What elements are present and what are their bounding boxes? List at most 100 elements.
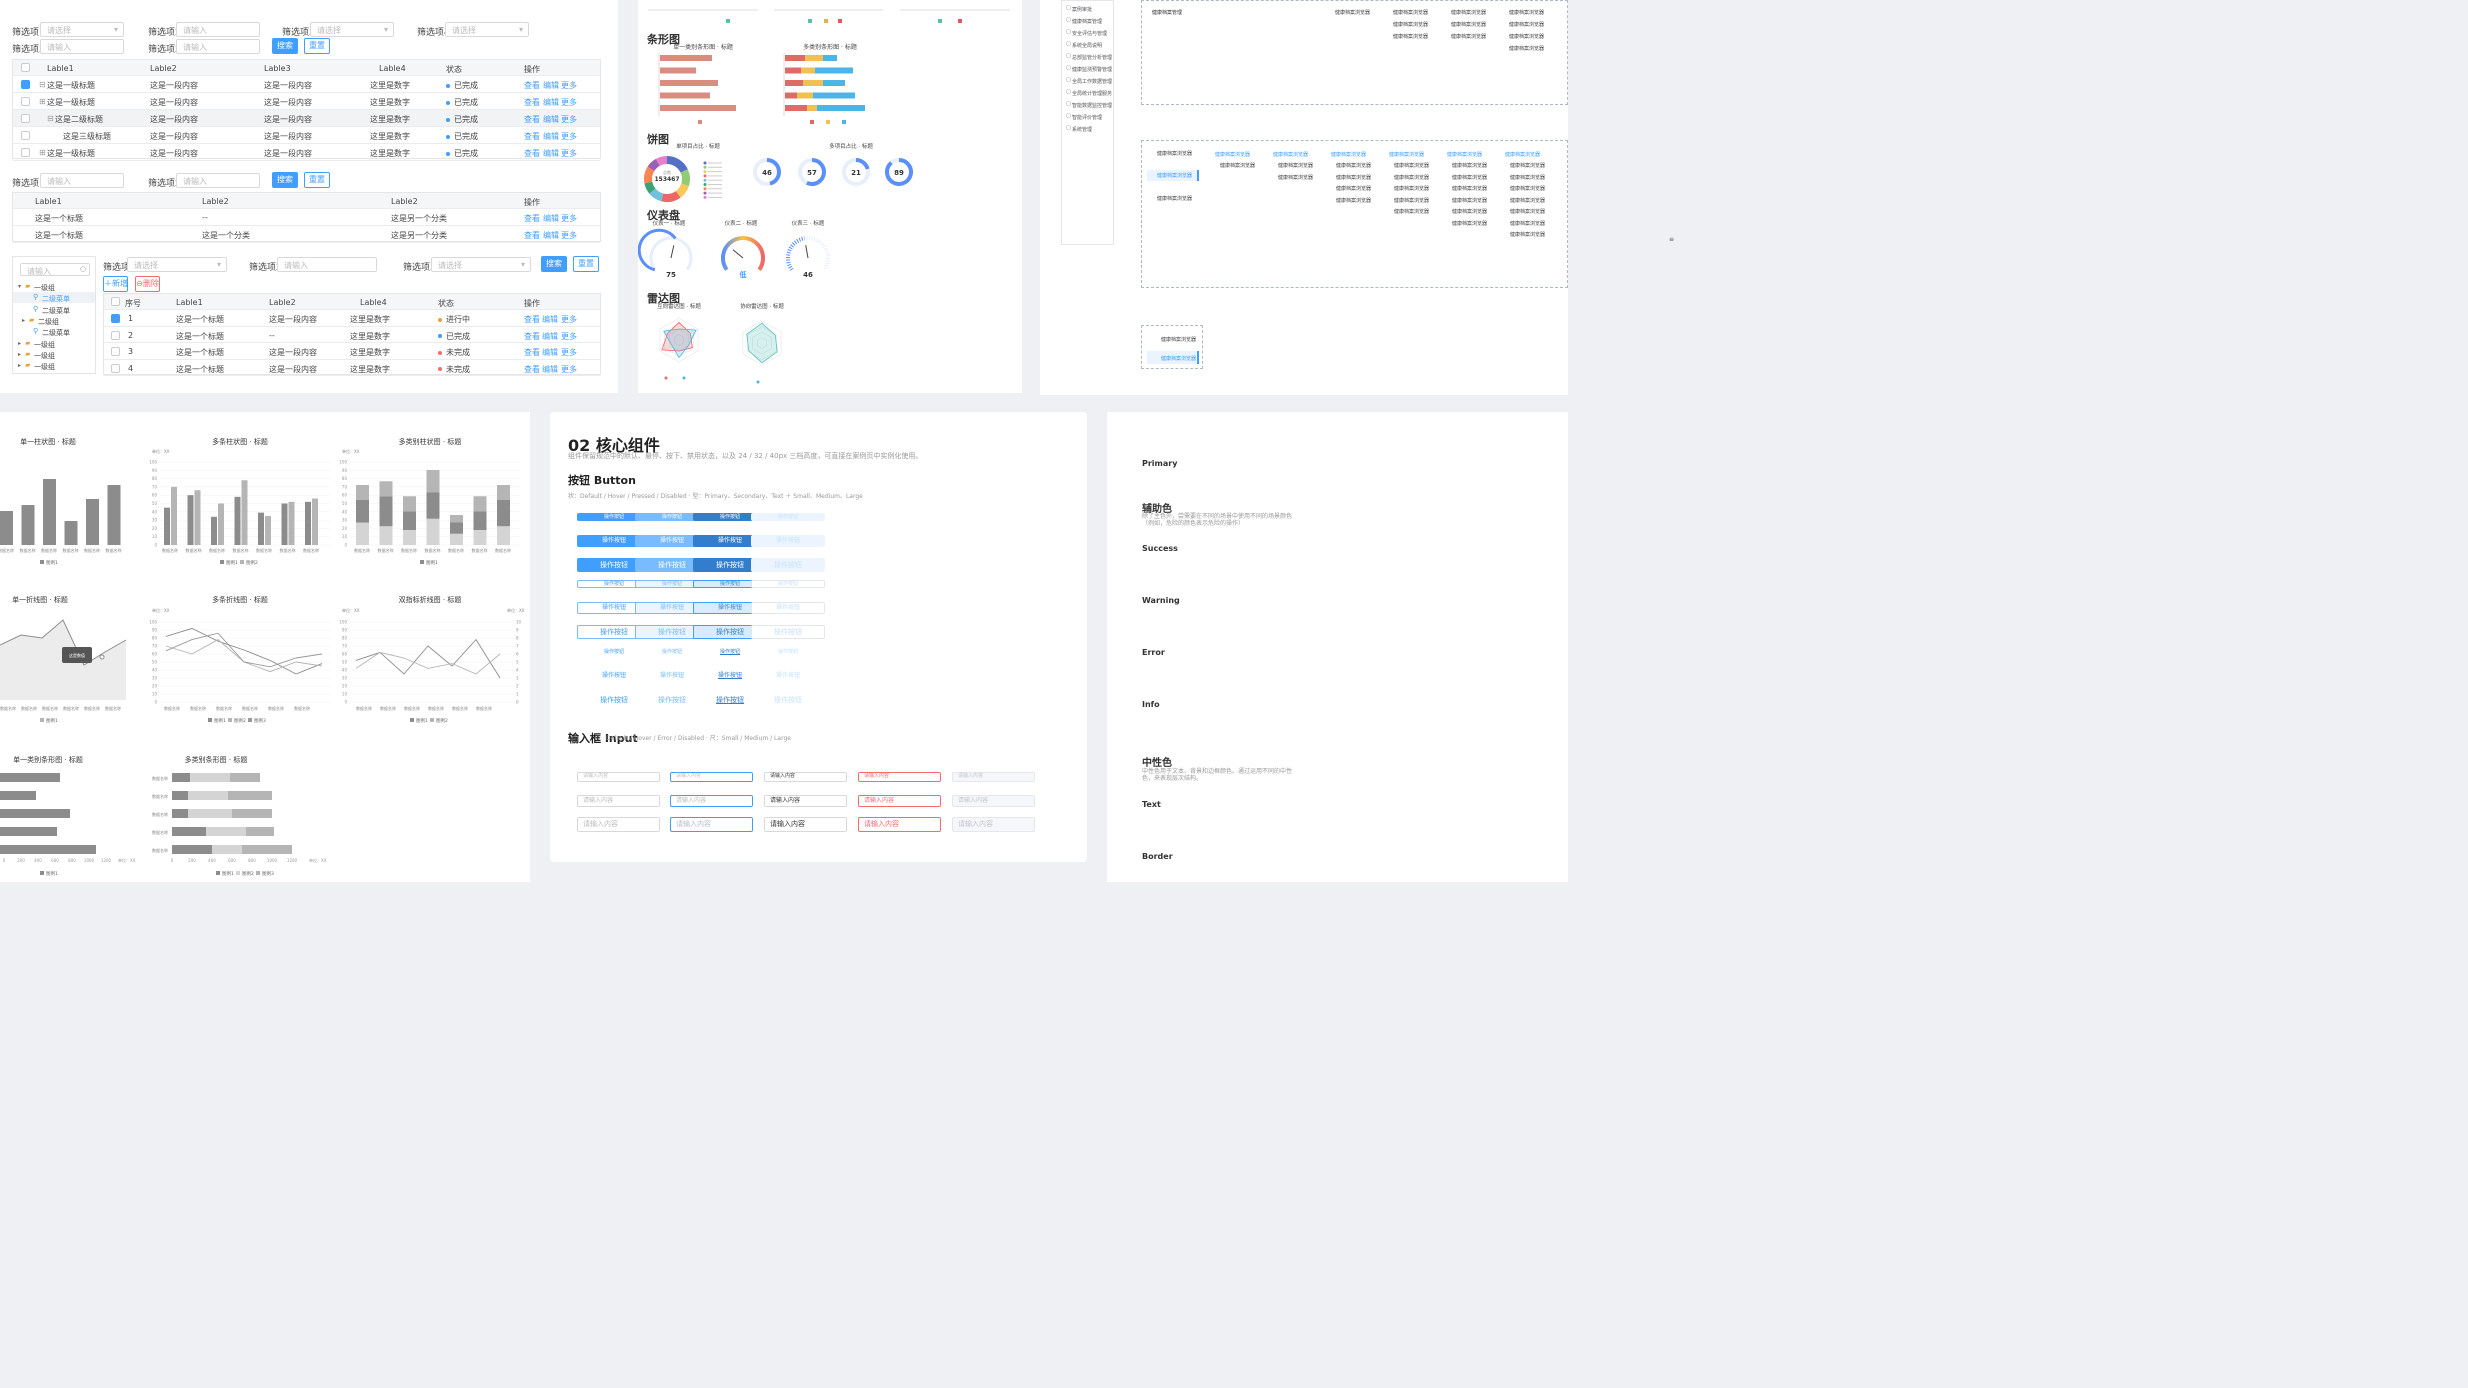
view-link[interactable]: 查看 [524, 331, 540, 342]
tree-item[interactable]: ▾ ▰ 一级组 [13, 281, 95, 292]
reset-button[interactable]: 重置 [304, 38, 330, 54]
tree-item[interactable]: ⚲ 二级菜单 [13, 304, 95, 315]
more-link[interactable]: 更多 [561, 80, 577, 91]
reset-button-3[interactable]: 重置 [573, 256, 599, 272]
filter-input-5[interactable]: 请输入 [40, 39, 124, 54]
filter-select-3[interactable]: 请选择 ▾ [310, 22, 394, 37]
tree-item[interactable]: ▸ ▰ 一级组 [13, 349, 95, 360]
filter-input-1b[interactable]: 请输入 [40, 173, 124, 188]
row-checkbox[interactable] [111, 330, 120, 340]
menu-cell[interactable]: 健康档案浏览器 [1394, 197, 1429, 204]
nav-item[interactable]: ▢ 安全评估与管理 [1066, 29, 1110, 39]
tree-item[interactable]: ⚲ 二级菜单 [13, 326, 95, 337]
sample-button[interactable]: 操作按钮 [751, 670, 825, 682]
more-link[interactable]: 更多 [561, 97, 577, 108]
sample-button[interactable]: 操作按钮 [751, 625, 825, 639]
row-checkbox[interactable] [21, 114, 30, 123]
add-button[interactable]: ＋新增 [103, 276, 128, 292]
menu-cell[interactable]: 健康档案浏览器 [1394, 162, 1429, 169]
search-button-2[interactable]: 搜索 [272, 172, 298, 188]
menu-cell[interactable]: 健康档案浏览器 [1509, 21, 1544, 28]
nav-item[interactable]: ▢ 健康档案管理 [1066, 17, 1110, 27]
sample-input[interactable]: 请输入内容 [858, 795, 941, 807]
menu-cell[interactable]: 健康档案浏览器 [1510, 174, 1545, 181]
sample-input[interactable]: 请输入内容 [858, 772, 941, 782]
sample-input[interactable]: 请输入内容 [577, 795, 660, 807]
filter-input-2d[interactable]: 请输入 [277, 257, 377, 272]
menu-cell[interactable]: 健康档案浏览器 [1336, 174, 1371, 181]
nav-item[interactable]: ▢ 总部监管分析管理 [1066, 53, 1112, 63]
row-checkbox[interactable] [21, 97, 30, 106]
menu-cell[interactable]: 健康档案浏览器 [1336, 162, 1371, 169]
table-row[interactable]: ⊟ 这是二级标题 这是一段内容 这是一段内容 这里是数字 已完成 查看 编辑 更多 [13, 110, 600, 127]
menu-cell[interactable]: 健康档案浏览器 [1394, 174, 1429, 181]
row-checkbox[interactable] [21, 80, 30, 89]
menu-cell[interactable]: 健康档案浏览器 [1336, 197, 1371, 204]
expand-toggle-icon[interactable]: ⊟ [39, 80, 46, 89]
tree-item[interactable]: ⚲ 二级菜单 [13, 292, 95, 304]
menu-cell[interactable]: 健康档案浏览器 [1510, 220, 1545, 227]
expand-toggle-icon[interactable]: ⊞ [39, 97, 46, 106]
menu-collapse-icon[interactable]: ≡ [1669, 236, 1674, 243]
edit-link[interactable]: 编辑 [542, 314, 558, 325]
menu-header-cell[interactable]: 健康档案浏览器 [1215, 151, 1250, 158]
more-link[interactable]: 更多 [561, 114, 577, 125]
menu-cell[interactable]: 健康档案浏览器 [1509, 45, 1544, 52]
sample-button[interactable]: 操作按钮 [751, 580, 825, 588]
tree-arrow-icon[interactable]: ▸ [22, 317, 25, 324]
nav-item[interactable]: ▢ 全局统计管理服务 [1066, 89, 1112, 99]
nav-item[interactable]: ▢ 系统管理 [1066, 125, 1110, 135]
sample-input[interactable]: 请输入内容 [764, 772, 847, 782]
tree-arrow-icon[interactable]: ▾ [18, 283, 21, 290]
menu-cell[interactable]: 健康档案浏览器 [1393, 9, 1428, 16]
edit-link[interactable]: 编辑 [543, 213, 559, 224]
menu-cell[interactable]: 健康档案浏览器 [1452, 208, 1487, 215]
tree-item[interactable]: ▸ ▰ 二级组 [13, 315, 95, 326]
menu-cell[interactable]: 健康档案浏览器 [1393, 21, 1428, 28]
filter-select-1c[interactable]: 请选择 ▾ [127, 257, 227, 272]
menu-cell[interactable]: 健康档案浏览器 [1510, 185, 1545, 192]
view-link[interactable]: 查看 [524, 114, 540, 125]
row-checkbox[interactable] [111, 314, 120, 323]
menu-cell[interactable]: 健康档案浏览器 [1220, 162, 1255, 169]
nav-item[interactable]: ▢ 健康监测预警管理 [1066, 65, 1112, 75]
sample-input[interactable]: 请输入内容 [577, 772, 660, 782]
reset-button-2[interactable]: 重置 [304, 172, 330, 188]
tree-item[interactable]: ▸ ▰ 一级组 [13, 338, 95, 349]
edit-link[interactable]: 编辑 [542, 331, 558, 342]
row-checkbox[interactable] [21, 148, 30, 157]
tree-arrow-icon[interactable]: ▸ [18, 351, 21, 358]
table-row[interactable]: ⊟ 这是一级标题 这是一段内容 这是一段内容 这里是数字 已完成 查看 编辑 更多 [13, 76, 600, 93]
sample-button[interactable]: 操作按钮 [751, 558, 825, 572]
edit-link[interactable]: 编辑 [542, 364, 558, 375]
table-row[interactable]: 4 这是一个标题 这是一段内容 这里是数字 未完成 查看 编辑 更多 [104, 360, 600, 376]
filter-input-2b[interactable]: 请输入 [176, 39, 260, 54]
edit-link[interactable]: 编辑 [543, 131, 559, 142]
delete-button[interactable]: ⊖删除 [135, 276, 160, 292]
table-row[interactable]: 这是三级标题 这是一段内容 这是一段内容 这里是数字 已完成 查看 编辑 更多 [13, 127, 600, 144]
tree-item[interactable]: ▸ ▰ 一级组 [13, 360, 95, 371]
menu-cell[interactable]: 健康档案浏览器 [1509, 33, 1544, 40]
table-row[interactable]: 2 这是一个标题 -- 这里是数字 已完成 查看 编辑 更多 [104, 327, 600, 343]
more-link[interactable]: 更多 [561, 131, 577, 142]
menu-cell[interactable]: 健康档案浏览器 [1452, 174, 1487, 181]
menu-cell[interactable]: 健康档案浏览器 [1393, 33, 1428, 40]
more-link[interactable]: 更多 [561, 148, 577, 159]
menu-cell[interactable]: 健康档案浏览器 [1335, 9, 1370, 16]
more-link[interactable]: 更多 [561, 213, 577, 224]
menu-cell[interactable]: 健康档案浏览器 [1336, 185, 1371, 192]
tree-arrow-icon[interactable]: ▸ [18, 362, 21, 369]
menu-cell[interactable]: 健康档案浏览器 [1278, 162, 1313, 169]
sample-input[interactable]: 请输入内容 [858, 817, 941, 832]
menu-cell[interactable]: 健康档案浏览器 [1451, 9, 1486, 16]
menu-cell[interactable]: 健康档案浏览器 [1452, 162, 1487, 169]
view-link[interactable]: 查看 [524, 347, 540, 358]
edit-link[interactable]: 编辑 [543, 114, 559, 125]
more-link[interactable]: 更多 [561, 314, 577, 325]
edit-link[interactable]: 编辑 [543, 148, 559, 159]
table-row[interactable]: ⊞ 这是一级标题 这是一段内容 这是一段内容 这里是数字 已完成 查看 编辑 更多 [13, 93, 600, 110]
sample-input[interactable]: 请输入内容 [670, 795, 753, 807]
menu-header-cell[interactable]: 健康档案浏览器 [1447, 151, 1482, 158]
nav-item[interactable]: ▢ 案例审批 [1066, 5, 1110, 15]
menu-cell[interactable]: 健康档案浏览器 [1451, 21, 1486, 28]
